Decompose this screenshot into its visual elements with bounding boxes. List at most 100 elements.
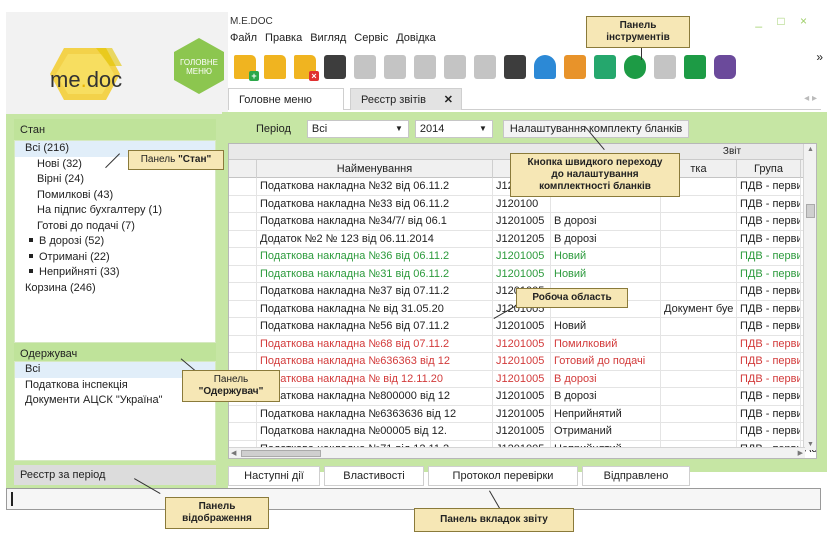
table-cell: [661, 388, 737, 405]
table-row[interactable]: Податкова накладна №36 від 06.11.2 J12010…: [229, 248, 816, 266]
table-cell: Неприйнятий: [551, 405, 661, 423]
table-cell: Податкова накладна №6363636 від 12: [257, 405, 493, 423]
new-document-icon[interactable]: +: [234, 55, 259, 81]
state-item[interactable]: Отримані (22): [15, 250, 215, 266]
table-cell: [661, 335, 737, 353]
state-item-label: Корзина (246): [25, 281, 96, 294]
tab-scroll-arrows[interactable]: ◂ ▸: [804, 93, 817, 104]
scroll-right-icon[interactable]: ▶: [798, 449, 803, 457]
toolbar-more-icon[interactable]: »: [816, 50, 823, 64]
scroll-left-icon[interactable]: ◀: [231, 449, 236, 457]
window-controls[interactable]: _ □ ×: [755, 14, 813, 28]
tab-main-menu[interactable]: Головне меню: [228, 88, 344, 110]
period-registry-button[interactable]: Реєстр за період: [14, 465, 216, 485]
cubes-icon[interactable]: [714, 55, 736, 79]
table-cell: [229, 178, 257, 195]
building-icon[interactable]: [594, 55, 616, 79]
table-row[interactable]: Податкова накладна №56 від 07.11.2 J12010…: [229, 318, 816, 336]
menu-item[interactable]: Файл: [230, 32, 257, 48]
state-item[interactable]: Помилкові (43): [15, 188, 215, 204]
column-header[interactable]: Найменування: [257, 160, 493, 178]
edit-document-icon[interactable]: [354, 55, 376, 79]
table-cell: [661, 195, 737, 213]
table-row[interactable]: Податкова накладна №636363 від 12 J120100…: [229, 353, 816, 371]
scroll-down-icon[interactable]: ▼: [807, 441, 814, 448]
list-remove-icon[interactable]: [474, 55, 496, 79]
document-icon[interactable]: [324, 55, 346, 79]
menu-item[interactable]: Вигляд: [310, 32, 346, 48]
scroll-up-icon[interactable]: ▲: [807, 146, 814, 153]
delete-folder-icon[interactable]: ×: [294, 55, 319, 81]
table-row[interactable]: Податкова накладна №6363636 від 12 J12010…: [229, 405, 816, 423]
check-document-icon[interactable]: [654, 55, 676, 79]
table-cell: ПДВ - перви: [737, 213, 801, 230]
expand-bullet-icon[interactable]: [29, 253, 33, 258]
year-select-value: 2014: [419, 123, 445, 135]
table-cell: Готовий до подачі: [551, 353, 661, 370]
table-cell: [229, 213, 257, 230]
table-cell: J1201205: [493, 230, 551, 248]
package-icon[interactable]: [564, 55, 586, 79]
table-row[interactable]: Податкова накладна №31 від 06.11.2 J12010…: [229, 265, 816, 283]
table-cell: J1201005: [493, 213, 551, 230]
table-cell: J1201005: [493, 353, 551, 370]
menu-item[interactable]: Правка: [265, 32, 302, 48]
state-panel: Всі (216) Нові (32) Вірні (24) Помилкові (4…: [14, 140, 216, 343]
year-select[interactable]: 2014 ▼: [414, 120, 493, 138]
table-cell: Податкова накладна №37 від 07.11.2: [257, 283, 493, 300]
horizontal-scrollbar[interactable]: ◀ ▶: [229, 447, 805, 458]
table-row[interactable]: Податкова накладна №800000 від 12 J120100…: [229, 388, 816, 406]
table-cell: [229, 423, 257, 440]
toolbar: + ×: [228, 50, 818, 84]
main-menu-label[interactable]: ГОЛОВНЕ МЕНЮ: [174, 58, 224, 76]
period-select[interactable]: Всі ▼: [306, 120, 409, 138]
table-row[interactable]: Податкова накладна №00005 від 12. J120100…: [229, 423, 816, 441]
column-header[interactable]: [229, 160, 257, 178]
close-icon[interactable]: ✕: [444, 93, 453, 106]
horizontal-scroll-thumb[interactable]: [241, 450, 321, 457]
table-cell: ПДВ - перви: [737, 195, 801, 213]
vertical-scroll-thumb[interactable]: [806, 204, 815, 218]
lock-icon[interactable]: [504, 55, 526, 79]
print-icon[interactable]: [534, 55, 556, 79]
state-item[interactable]: Готові до подачі (7): [15, 219, 215, 235]
report-tab[interactable]: Протокол перевірки: [428, 466, 578, 486]
expand-bullet-icon[interactable]: [29, 269, 33, 273]
add-document-icon[interactable]: [414, 55, 436, 79]
vertical-scrollbar[interactable]: ▲ ▼: [803, 144, 816, 450]
table-row[interactable]: Податкова накладна №34/7/ від 06.1 J12010…: [229, 213, 816, 231]
report-tab[interactable]: Відправлено: [582, 466, 690, 486]
table-cell: [661, 230, 737, 248]
table-row[interactable]: Додаток №2 № 123 від 06.11.2014 J1201205 В…: [229, 230, 805, 248]
report-tab[interactable]: Властивості: [324, 466, 424, 486]
menu-item[interactable]: Довідка: [396, 32, 436, 48]
table-cell: Податкова накладна №68 від 07.11.2: [257, 335, 493, 353]
key-icon[interactable]: [624, 55, 646, 79]
table-row[interactable]: Податкова накладна №68 від 07.11.2 J12010…: [229, 335, 816, 353]
menu-item[interactable]: Сервіс: [354, 32, 388, 48]
table-cell: J1201005: [493, 388, 551, 405]
table-row[interactable]: Податкова накладна №33 від 06.11.2 J12010…: [229, 195, 816, 213]
tab-report-registry[interactable]: Реєстр звітів ✕: [350, 88, 462, 110]
state-item[interactable]: На підпис бухгалтеру (1): [15, 203, 215, 219]
list-icon[interactable]: [444, 55, 466, 79]
send-icon[interactable]: [384, 55, 406, 79]
table-cell: ПДВ - перви: [737, 248, 801, 265]
document-tabs: Головне меню Реєстр звітів ✕ ◂ ▸: [228, 88, 821, 110]
table-row[interactable]: Податкова накладна № від 12.11.20 J120100…: [229, 370, 816, 388]
state-item[interactable]: Неприйняті (33): [15, 265, 215, 281]
state-item[interactable]: В дорозі (52): [15, 234, 215, 250]
callout-quick-config: Кнопка швидкого переходу до налаштування к…: [510, 153, 680, 197]
chevron-down-icon: ▼: [394, 124, 403, 133]
state-item[interactable]: Корзина (246): [15, 281, 215, 297]
table-cell: [229, 248, 257, 265]
table-cell: Податкова накладна №636363 від 12: [257, 353, 493, 370]
table-cell: [661, 213, 737, 230]
open-folder-icon[interactable]: [264, 55, 286, 79]
state-item[interactable]: Вірні (24): [15, 172, 215, 188]
report-tab[interactable]: Наступні дії: [228, 466, 320, 486]
expand-bullet-icon[interactable]: [29, 238, 33, 242]
column-header[interactable]: Група: [737, 160, 801, 178]
forms-config-button[interactable]: Налаштування комплекту бланків: [502, 120, 690, 138]
shield-icon[interactable]: [684, 55, 706, 79]
